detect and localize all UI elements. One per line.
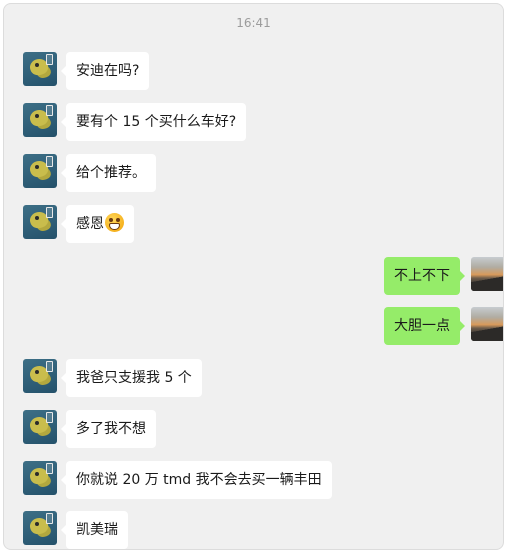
chat-window: 16:41 安迪在吗? 要有个 15 个买什么车好? 给个推荐。 感恩 不上不下…: [3, 3, 504, 550]
message-bubble[interactable]: 大胆一点: [384, 307, 465, 345]
message-text: 你就说 20 万 tmd 我不会去买一辆丰田: [76, 472, 322, 488]
message-text: 大胆一点: [394, 318, 450, 334]
self-avatar[interactable]: [471, 307, 503, 341]
message-bubble[interactable]: 我爸只支援我 5 个: [61, 359, 202, 397]
message-text: 多了我不想: [76, 421, 146, 437]
message-text: 不上不下: [394, 268, 450, 284]
message-bubble[interactable]: 要有个 15 个买什么车好?: [60, 103, 247, 141]
friend-avatar[interactable]: [23, 52, 57, 86]
message-bubble[interactable]: 感恩: [61, 205, 134, 243]
message-text: 凯美瑞: [76, 522, 118, 538]
friend-avatar[interactable]: [23, 359, 57, 393]
message-bubble[interactable]: 多了我不想: [61, 410, 156, 448]
friend-avatar[interactable]: [23, 154, 57, 188]
message-text: 要有个 15 个买什么车好?: [76, 114, 237, 130]
friend-avatar[interactable]: [23, 103, 57, 137]
message-bubble[interactable]: 安迪在吗?: [60, 52, 150, 90]
message-bubble[interactable]: 给个推荐。: [61, 154, 156, 192]
friend-avatar[interactable]: [23, 511, 57, 545]
self-avatar[interactable]: [471, 257, 503, 291]
message-text: 感恩: [76, 216, 104, 232]
message-bubble[interactable]: 你就说 20 万 tmd 我不会去买一辆丰田: [61, 461, 332, 499]
grinning-face-emoji: [105, 212, 124, 232]
message-text: 我爸只支援我 5 个: [76, 370, 192, 386]
message-bubble[interactable]: 凯美瑞: [61, 511, 128, 549]
friend-avatar[interactable]: [23, 205, 57, 239]
message-text: 给个推荐。: [76, 165, 146, 181]
friend-avatar[interactable]: [23, 461, 57, 495]
message-bubble[interactable]: 不上不下: [384, 257, 465, 295]
message-text: 安迪在吗?: [76, 63, 140, 79]
message-timestamp: 16:41: [236, 16, 271, 30]
friend-avatar[interactable]: [23, 410, 57, 444]
